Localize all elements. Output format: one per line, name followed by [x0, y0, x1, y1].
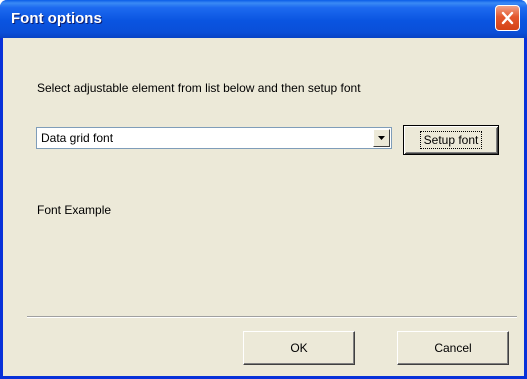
- font-example-text: Font Example: [37, 203, 112, 217]
- chevron-down-icon: [378, 136, 385, 140]
- font-options-dialog: Font options Select adjustable element f…: [0, 0, 527, 379]
- setup-font-button-label: Setup font: [419, 131, 483, 149]
- setup-font-button[interactable]: Setup font: [403, 125, 499, 155]
- element-select[interactable]: Data grid font: [36, 127, 392, 149]
- element-select-dropdown-button[interactable]: [373, 129, 390, 147]
- element-select-value: Data grid font: [41, 131, 114, 145]
- title-bar[interactable]: Font options: [0, 0, 527, 38]
- separator: [27, 316, 517, 318]
- ok-button[interactable]: OK: [243, 331, 355, 365]
- close-icon: [501, 11, 514, 25]
- instruction-label: Select adjustable element from list belo…: [37, 81, 361, 95]
- cancel-button[interactable]: Cancel: [397, 331, 509, 365]
- close-button[interactable]: [495, 5, 520, 31]
- window-title: Font options: [11, 10, 102, 27]
